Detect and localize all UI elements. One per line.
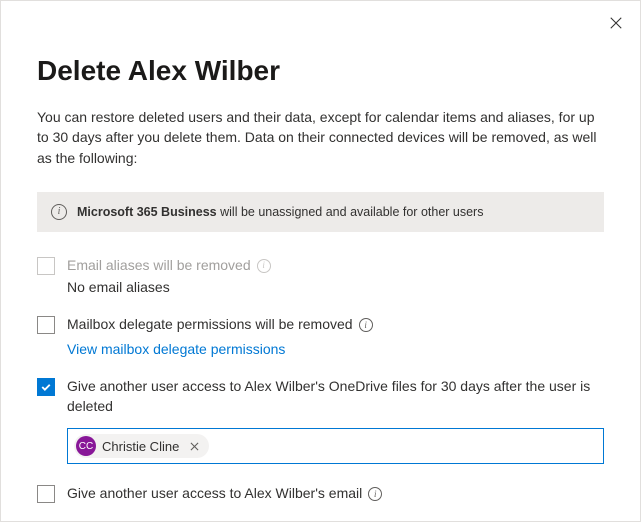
chip-remove-button[interactable] <box>187 439 201 453</box>
info-icon-email-access[interactable]: i <box>368 487 382 501</box>
dialog-panel: Delete Alex Wilber You can restore delet… <box>1 1 640 504</box>
chip-remove-icon <box>190 442 199 451</box>
info-icon-mailbox-delegate[interactable]: i <box>359 318 373 332</box>
avatar: CC <box>76 436 96 456</box>
label-text-mailbox-delegate: Mailbox delegate permissions will be rem… <box>67 315 353 335</box>
info-icon-aliases: i <box>257 259 271 273</box>
dialog-title: Delete Alex Wilber <box>37 55 604 87</box>
option-email-aliases: Email aliases will be removed i No email… <box>37 256 604 296</box>
license-info-bar: i Microsoft 365 Business will be unassig… <box>37 192 604 232</box>
option-onedrive-access: Give another user access to Alex Wilber'… <box>37 377 604 464</box>
checkbox-email-access[interactable] <box>37 485 55 503</box>
label-text-email-aliases: Email aliases will be removed <box>67 256 251 276</box>
option-email-access: Give another user access to Alex Wilber'… <box>37 484 604 504</box>
label-text-email-access: Give another user access to Alex Wilber'… <box>67 484 362 504</box>
link-view-delegate-permissions[interactable]: View mailbox delegate permissions <box>67 341 285 357</box>
intro-text: You can restore deleted users and their … <box>37 107 604 168</box>
chip-user-name: Christie Cline <box>102 439 179 454</box>
label-email-aliases: Email aliases will be removed i <box>67 256 604 276</box>
label-text-onedrive-access: Give another user access to Alex Wilber'… <box>67 377 604 416</box>
close-button[interactable] <box>606 13 626 33</box>
checkbox-onedrive-access[interactable] <box>37 378 55 396</box>
label-mailbox-delegate: Mailbox delegate permissions will be rem… <box>67 315 604 335</box>
label-onedrive-access: Give another user access to Alex Wilber'… <box>67 377 604 416</box>
sub-text-aliases: No email aliases <box>67 279 604 295</box>
user-chip: CC Christie Cline <box>74 434 209 458</box>
checkbox-mailbox-delegate[interactable] <box>37 316 55 334</box>
checkbox-email-aliases <box>37 257 55 275</box>
license-info-rest: will be unassigned and available for oth… <box>217 205 484 219</box>
license-info-text: Microsoft 365 Business will be unassigne… <box>77 205 483 219</box>
license-name: Microsoft 365 Business <box>77 205 217 219</box>
close-icon <box>609 16 623 30</box>
label-email-access: Give another user access to Alex Wilber'… <box>67 484 604 504</box>
checkmark-icon <box>40 381 52 393</box>
info-icon: i <box>51 204 67 220</box>
people-picker-onedrive[interactable]: CC Christie Cline <box>67 428 604 464</box>
option-mailbox-delegate: Mailbox delegate permissions will be rem… <box>37 315 604 357</box>
